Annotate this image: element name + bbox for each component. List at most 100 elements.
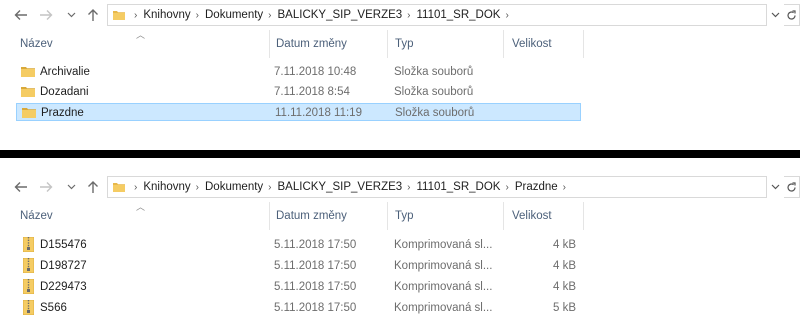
forward-button[interactable] bbox=[37, 4, 55, 26]
chevron-down-icon bbox=[771, 12, 779, 18]
breadcrumb-item[interactable]: Dokumenty bbox=[205, 9, 263, 21]
divider bbox=[0, 150, 800, 158]
breadcrumb-item[interactable]: Knihovny bbox=[143, 9, 190, 21]
file-name: D198727 bbox=[40, 260, 87, 272]
chevron-down-icon bbox=[771, 184, 779, 190]
breadcrumb-separator: › bbox=[505, 9, 509, 21]
breadcrumb-separator: › bbox=[562, 181, 567, 193]
zip-folder-icon bbox=[23, 279, 34, 294]
file-size bbox=[506, 63, 576, 81]
folder-icon bbox=[113, 183, 125, 192]
column-name[interactable]: Název bbox=[16, 202, 270, 230]
breadcrumb-separator: › bbox=[407, 181, 411, 193]
column-date[interactable]: Datum změny bbox=[270, 30, 388, 58]
recent-locations-button[interactable] bbox=[62, 176, 80, 198]
address-history-button[interactable] bbox=[768, 176, 782, 198]
file-date: 5.11.2018 17:50 bbox=[274, 281, 357, 293]
file-type: Složka souborů bbox=[394, 86, 474, 98]
arrow-up-icon bbox=[88, 9, 98, 21]
file-name: Dozadani bbox=[40, 86, 89, 98]
file-type: Komprimovaná sl... bbox=[394, 239, 493, 251]
file-date: 7.11.2018 10:48 bbox=[274, 66, 357, 78]
file-date: 5.11.2018 17:50 bbox=[274, 302, 357, 314]
file-type: Složka souborů bbox=[395, 107, 475, 119]
file-type: Složka souborů bbox=[394, 66, 474, 78]
list-item[interactable]: Dozadani 7.11.2018 8:54 Složka souborů bbox=[16, 83, 581, 101]
list-item[interactable]: Archivalie 7.11.2018 10:48 Složka soubor… bbox=[16, 63, 581, 81]
list-item[interactable]: S566 5.11.2018 17:50 Komprimovaná sl... … bbox=[16, 299, 581, 317]
file-type: Komprimovaná sl... bbox=[394, 302, 493, 314]
file-name: D155476 bbox=[40, 239, 87, 251]
breadcrumb-separator: › bbox=[134, 181, 138, 193]
file-size: 4 kB bbox=[552, 281, 576, 293]
folder-icon bbox=[22, 108, 36, 118]
list-item[interactable]: D229473 5.11.2018 17:50 Komprimovaná sl.… bbox=[16, 278, 581, 296]
file-name: Prazdne bbox=[41, 107, 84, 119]
navigation-bar: › Knihovny › Dokumenty › BALICKY_SIP_VER… bbox=[0, 4, 800, 26]
navigation-bar: › Knihovny › Dokumenty › BALICKY_SIP_VER… bbox=[0, 176, 800, 198]
arrow-left-icon bbox=[14, 182, 27, 192]
breadcrumb-item[interactable]: BALICKY_SIP_VERZE3 bbox=[278, 181, 403, 193]
file-size: 4 kB bbox=[552, 260, 576, 272]
arrow-right-icon bbox=[40, 10, 53, 20]
up-button[interactable] bbox=[84, 4, 102, 26]
breadcrumb-separator: › bbox=[134, 9, 138, 21]
file-date: 11.11.2018 11:19 bbox=[275, 107, 362, 119]
address-bar[interactable]: › Knihovny › Dokumenty › BALICKY_SIP_VER… bbox=[107, 4, 767, 26]
file-size: 5 kB bbox=[552, 302, 576, 314]
explorer-panel-bottom: › Knihovny › Dokumenty › BALICKY_SIP_VER… bbox=[0, 158, 800, 316]
breadcrumb-separator: › bbox=[195, 181, 199, 193]
chevron-down-icon bbox=[67, 12, 75, 18]
list-item[interactable]: D198727 5.11.2018 17:50 Komprimovaná sl.… bbox=[16, 257, 581, 275]
breadcrumb-item[interactable]: Knihovny bbox=[143, 181, 190, 193]
refresh-button[interactable] bbox=[784, 176, 800, 198]
zip-folder-icon bbox=[23, 258, 34, 273]
column-size[interactable]: Velikost bbox=[504, 30, 584, 58]
address-history-button[interactable] bbox=[768, 4, 782, 26]
folder-icon bbox=[21, 87, 35, 97]
file-name: S566 bbox=[40, 302, 67, 314]
list-item-selected[interactable]: Prazdne 11.11.2018 11:19 Složka souborů bbox=[16, 103, 581, 121]
breadcrumb-item[interactable]: Prazdne bbox=[515, 181, 558, 193]
file-type: Komprimovaná sl... bbox=[394, 260, 493, 272]
back-button[interactable] bbox=[12, 4, 30, 26]
breadcrumb-separator: › bbox=[407, 9, 411, 21]
recent-locations-button[interactable] bbox=[62, 4, 80, 26]
folder-icon bbox=[21, 67, 35, 77]
breadcrumb-separator: › bbox=[505, 181, 509, 193]
arrow-up-icon bbox=[88, 181, 98, 193]
file-date: 5.11.2018 17:50 bbox=[274, 239, 357, 251]
forward-button[interactable] bbox=[37, 176, 55, 198]
breadcrumb-separator: › bbox=[268, 181, 272, 193]
breadcrumb-item[interactable]: BALICKY_SIP_VERZE3 bbox=[278, 9, 403, 21]
column-header: ︿ Název Datum změny Typ Velikost bbox=[0, 202, 800, 230]
column-size[interactable]: Velikost bbox=[504, 202, 584, 230]
breadcrumb-item[interactable]: Dokumenty bbox=[205, 181, 263, 193]
arrow-left-icon bbox=[14, 10, 27, 20]
address-bar[interactable]: › Knihovny › Dokumenty › BALICKY_SIP_VER… bbox=[107, 176, 767, 198]
column-type[interactable]: Typ bbox=[388, 30, 504, 58]
file-name: D229473 bbox=[40, 281, 87, 293]
file-size bbox=[507, 104, 577, 122]
list-item[interactable]: D155476 5.11.2018 17:50 Komprimovaná sl.… bbox=[16, 236, 581, 254]
refresh-icon bbox=[787, 181, 796, 192]
file-date: 7.11.2018 8:54 bbox=[274, 86, 350, 98]
explorer-panel-top: › Knihovny › Dokumenty › BALICKY_SIP_VER… bbox=[0, 0, 800, 150]
column-type[interactable]: Typ bbox=[388, 202, 504, 230]
zip-folder-icon bbox=[23, 237, 34, 252]
file-date: 5.11.2018 17:50 bbox=[274, 260, 357, 272]
back-button[interactable] bbox=[12, 176, 30, 198]
refresh-button[interactable] bbox=[784, 4, 800, 26]
column-name[interactable]: Název bbox=[16, 30, 270, 58]
file-type: Komprimovaná sl... bbox=[394, 281, 493, 293]
file-size bbox=[506, 83, 576, 101]
breadcrumb-item[interactable]: 11101_SR_DOK bbox=[417, 181, 501, 193]
up-button[interactable] bbox=[84, 176, 102, 198]
breadcrumb-separator: › bbox=[268, 9, 272, 21]
folder-icon bbox=[113, 11, 125, 20]
column-date[interactable]: Datum změny bbox=[270, 202, 388, 230]
refresh-icon bbox=[787, 9, 796, 20]
breadcrumb-item[interactable]: 11101_SR_DOK bbox=[417, 9, 501, 21]
breadcrumb-separator: › bbox=[195, 9, 199, 21]
file-size: 4 kB bbox=[552, 239, 576, 251]
